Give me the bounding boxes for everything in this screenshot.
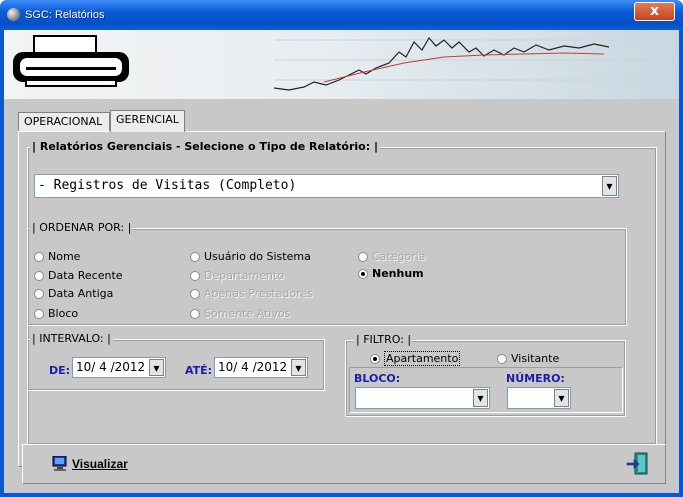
order-by-group: | ORDENAR POR: | Nome Data Recente Data … bbox=[27, 221, 627, 326]
chevron-down-icon[interactable]: ▼ bbox=[473, 389, 488, 407]
radio-visitante[interactable]: Visitante bbox=[497, 352, 559, 365]
exit-door-icon[interactable] bbox=[626, 452, 650, 476]
to-label: ATÉ: bbox=[185, 364, 213, 377]
number-label: NÚMERO: bbox=[506, 372, 565, 385]
radio-circle-icon bbox=[190, 289, 200, 299]
banner-graphic bbox=[13, 35, 679, 91]
window-title: SGC: Relatórios bbox=[25, 9, 105, 21]
report-tabs: OPERACIONAL GERENCIAL | Relatórios Geren… bbox=[18, 110, 666, 467]
chevron-down-icon[interactable]: ▼ bbox=[149, 359, 164, 376]
header-banner bbox=[4, 30, 679, 99]
radio-circle-icon bbox=[34, 252, 44, 262]
interval-group: | INTERVALO: | DE: 10/ 4 /2012 ▼ ATÉ: 10… bbox=[27, 332, 325, 391]
bottom-toolbar: Visualizar bbox=[22, 444, 666, 484]
view-label: Visualizar bbox=[72, 457, 128, 471]
tab-panel-gerencial: | Relatórios Gerenciais - Selecione o Ti… bbox=[18, 131, 666, 467]
radio-circle-icon bbox=[34, 309, 44, 319]
order-by-legend: | ORDENAR POR: | bbox=[30, 221, 134, 234]
radio-circle-icon bbox=[190, 309, 200, 319]
close-button[interactable]: x bbox=[634, 2, 675, 21]
to-date-value: 10/ 4 /2012 bbox=[218, 360, 288, 374]
radio-selected-icon bbox=[370, 354, 380, 364]
interval-legend: | INTERVALO: | bbox=[30, 332, 113, 345]
view-button[interactable]: Visualizar bbox=[52, 455, 128, 474]
chevron-down-icon[interactable]: ▼ bbox=[554, 389, 569, 407]
report-type-group: | Relatórios Gerenciais - Selecione o Ti… bbox=[27, 140, 657, 445]
from-date-picker[interactable]: 10/ 4 /2012 ▼ bbox=[72, 357, 166, 378]
radio-circle-icon bbox=[34, 271, 44, 281]
radio-circle-icon bbox=[190, 271, 200, 281]
radio-circle-icon bbox=[497, 354, 507, 364]
report-type-select[interactable]: - Registros de Visitas (Completo) ▼ bbox=[34, 174, 619, 198]
report-type-value: - Registros de Visitas (Completo) bbox=[38, 178, 297, 193]
title-bar: SGC: Relatórios x bbox=[0, 0, 683, 30]
block-label: BLOCO: bbox=[354, 372, 401, 385]
chevron-down-icon[interactable]: ▼ bbox=[602, 176, 617, 196]
from-label: DE: bbox=[49, 364, 71, 377]
window-client-area: OPERACIONAL GERENCIAL | Relatórios Geren… bbox=[4, 30, 679, 493]
report-window: SGC: Relatórios x OPERACIONAL GERENCIAL … bbox=[0, 0, 683, 497]
monitor-icon bbox=[52, 455, 67, 471]
radio-somente-ativos: Somente Ativos bbox=[190, 307, 290, 320]
radio-selected-icon bbox=[358, 269, 368, 279]
radio-apenas-prestadores: Apenas Prestadores bbox=[190, 287, 313, 300]
radio-usuario-sistema[interactable]: Usuário do Sistema bbox=[190, 250, 311, 263]
to-date-picker[interactable]: 10/ 4 /2012 ▼ bbox=[214, 357, 308, 378]
radio-circle-icon bbox=[358, 252, 368, 262]
radio-circle-icon bbox=[190, 252, 200, 262]
radio-data-antiga[interactable]: Data Antiga bbox=[34, 287, 113, 300]
tab-operacional[interactable]: OPERACIONAL bbox=[18, 112, 110, 131]
filter-group: | FILTRO: | Apartamento Visitante BLOCO:… bbox=[345, 333, 626, 417]
chevron-down-icon[interactable]: ▼ bbox=[291, 359, 306, 376]
radio-departamento: Departamento bbox=[190, 269, 284, 282]
app-icon bbox=[7, 8, 20, 21]
report-type-legend: | Relatórios Gerenciais - Selecione o Ti… bbox=[30, 140, 380, 153]
from-date-value: 10/ 4 /2012 bbox=[76, 360, 146, 374]
number-select[interactable]: ▼ bbox=[507, 387, 571, 409]
printer-icon bbox=[13, 35, 129, 87]
block-select[interactable]: ▼ bbox=[355, 387, 490, 409]
radio-apartamento[interactable]: Apartamento bbox=[370, 351, 461, 366]
radio-nome[interactable]: Nome bbox=[34, 250, 80, 263]
tab-gerencial[interactable]: GERENCIAL bbox=[110, 110, 185, 132]
radio-categoria: Categoria bbox=[358, 250, 426, 263]
radio-circle-icon bbox=[34, 289, 44, 299]
radio-data-recente[interactable]: Data Recente bbox=[34, 269, 123, 282]
radio-nenhum[interactable]: Nenhum bbox=[358, 267, 424, 280]
filter-legend: | FILTRO: | bbox=[354, 333, 414, 346]
radio-bloco[interactable]: Bloco bbox=[34, 307, 78, 320]
